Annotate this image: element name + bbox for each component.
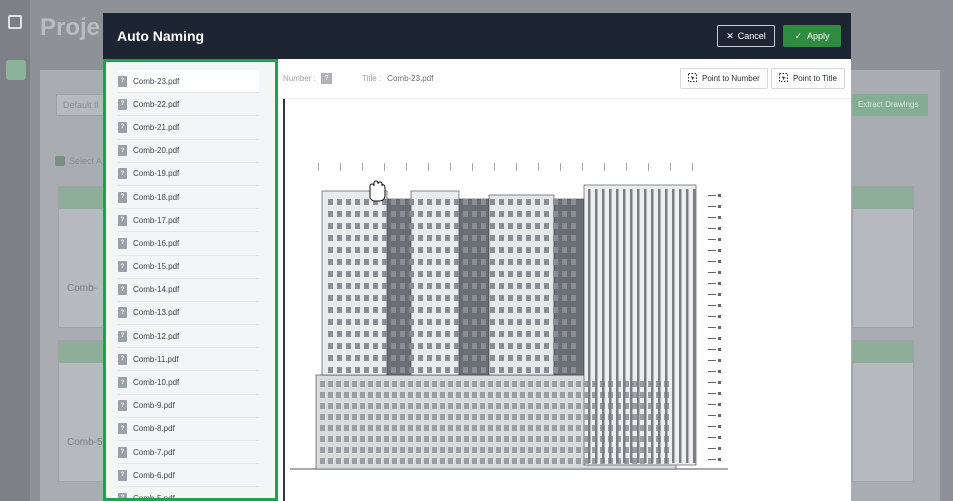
file-name: Comb-12.pdf xyxy=(133,331,180,341)
file-list-item[interactable]: ? Comb-23.pdf xyxy=(118,70,259,94)
file-icon: ? xyxy=(118,168,127,180)
file-icon: ? xyxy=(118,377,127,389)
file-list-item[interactable]: ? Comb-11.pdf xyxy=(118,348,259,372)
file-list-item[interactable]: ? Comb-17.pdf xyxy=(118,209,259,233)
close-icon: ✕ xyxy=(726,30,734,41)
hand-cursor-icon xyxy=(369,180,386,202)
grid-icon xyxy=(8,15,22,29)
file-list-item[interactable]: ? Comb-7.pdf xyxy=(118,441,259,465)
apply-button[interactable]: ✓ Apply xyxy=(783,25,841,47)
app-sidebar-rail xyxy=(0,0,30,501)
file-name: Comb-17.pdf xyxy=(133,215,180,225)
viewer-divider xyxy=(283,99,285,501)
cancel-button[interactable]: ✕ Cancel xyxy=(717,25,775,47)
file-list-item[interactable]: ? Comb-19.pdf xyxy=(118,163,259,186)
file-name: Comb-19.pdf xyxy=(133,169,180,179)
file-icon: ? xyxy=(118,75,127,87)
file-name: Comb-11.pdf xyxy=(133,354,179,364)
file-list-item[interactable]: ? Comb-16.pdf xyxy=(118,232,259,256)
modal-header: Auto Naming ✕ Cancel ✓ Apply xyxy=(103,13,851,59)
drawing-card xyxy=(852,186,914,328)
extract-drawings-button: Extract Drawings xyxy=(852,94,928,116)
checkbox-icon xyxy=(55,156,65,166)
point-to-title-label: Point to Title xyxy=(792,74,837,83)
file-icon: ? xyxy=(118,492,127,498)
file-name: Comb-20.pdf xyxy=(133,146,180,156)
file-icon: ? xyxy=(118,307,127,319)
select-all-label: Select A xyxy=(69,156,103,166)
file-icon: ? xyxy=(118,121,127,133)
file-name: Comb-6.pdf xyxy=(133,470,175,480)
file-name: Comb-14.pdf xyxy=(133,285,180,295)
file-icon: ? xyxy=(118,214,127,226)
naming-toolbar: Number : ? Title : Comb-23.pdf Point to … xyxy=(278,59,851,99)
file-list-item[interactable]: ? Comb-12.pdf xyxy=(118,325,259,349)
file-icon: ? xyxy=(118,261,127,273)
file-icon: ? xyxy=(118,237,127,249)
point-to-title-button[interactable]: Point to Title xyxy=(770,68,845,89)
cursor-select-icon xyxy=(778,73,788,84)
page-title: Proje xyxy=(40,14,101,41)
drawing-card xyxy=(852,340,914,482)
point-to-number-button[interactable]: Point to Number xyxy=(680,68,768,89)
card-label: Comb-5 xyxy=(67,437,103,448)
check-icon: ✓ xyxy=(794,30,803,41)
file-name: Comb-8.pdf xyxy=(133,424,175,434)
file-icon: ? xyxy=(118,191,127,203)
file-name: Comb-18.pdf xyxy=(133,192,180,202)
drawing-viewer[interactable] xyxy=(278,99,851,501)
select-all-checkbox: Select A xyxy=(55,156,102,166)
file-list[interactable]: ? Comb-23.pdf? Comb-22.pdf? Comb-21.pdf? Com… xyxy=(103,59,278,501)
file-icon: ? xyxy=(118,145,127,157)
cursor-select-icon xyxy=(688,73,697,84)
cancel-label: Cancel xyxy=(737,31,766,41)
file-name: Comb-7.pdf xyxy=(133,447,175,457)
file-name: Comb-10.pdf xyxy=(133,378,180,388)
file-name: Comb-23.pdf xyxy=(133,76,180,86)
file-icon: ? xyxy=(118,330,127,342)
file-name: Comb-9.pdf xyxy=(133,401,175,411)
modal-title: Auto Naming xyxy=(117,28,205,44)
apply-label: Apply xyxy=(807,31,830,41)
file-icon: ? xyxy=(118,98,127,110)
file-list-item[interactable]: ? Comb-15.pdf xyxy=(118,256,259,279)
file-icon: ? xyxy=(118,284,127,296)
file-list-item[interactable]: ? Comb-13.pdf xyxy=(118,302,259,326)
file-list-item[interactable]: ? Comb-9.pdf xyxy=(118,395,259,418)
file-list-item[interactable]: ? Comb-18.pdf xyxy=(118,186,259,210)
file-icon: ? xyxy=(118,353,127,365)
point-to-number-label: Point to Number xyxy=(702,74,760,83)
title-value[interactable]: Comb-23.pdf xyxy=(387,74,433,83)
file-list-item[interactable]: ? Comb-21.pdf xyxy=(118,116,259,140)
number-value[interactable]: ? xyxy=(320,73,332,84)
file-list-item[interactable]: ? Comb-8.pdf xyxy=(118,418,259,441)
file-list-item[interactable]: ? Comb-5.pdf xyxy=(118,487,259,501)
file-icon: ? xyxy=(118,423,127,435)
file-name: Comb-15.pdf xyxy=(133,262,180,272)
file-name: Comb-5.pdf xyxy=(133,493,175,501)
file-icon: ? xyxy=(118,400,127,412)
file-name: Comb-21.pdf xyxy=(133,122,180,132)
file-list-item[interactable]: ? Comb-10.pdf xyxy=(118,371,259,395)
card-label: Comb- xyxy=(67,283,98,294)
title-label: Title : xyxy=(361,74,382,83)
file-list-item[interactable]: ? Comb-6.pdf xyxy=(118,464,259,488)
file-list-item[interactable]: ? Comb-14.pdf xyxy=(118,279,259,302)
file-name: Comb-22.pdf xyxy=(133,99,180,109)
number-label: Number : xyxy=(283,74,316,83)
drawing-icon xyxy=(6,60,26,80)
file-list-item[interactable]: ? Comb-20.pdf xyxy=(118,140,259,163)
file-icon: ? xyxy=(118,469,127,481)
file-icon: ? xyxy=(118,446,127,458)
file-list-item[interactable]: ? Comb-22.pdf xyxy=(118,93,259,117)
building-elevation-drawing xyxy=(290,163,728,470)
file-name: Comb-16.pdf xyxy=(133,238,180,248)
file-name: Comb-13.pdf xyxy=(133,308,180,318)
auto-naming-modal: Auto Naming ✕ Cancel ✓ Apply ? Comb-23.pd… xyxy=(103,13,851,501)
